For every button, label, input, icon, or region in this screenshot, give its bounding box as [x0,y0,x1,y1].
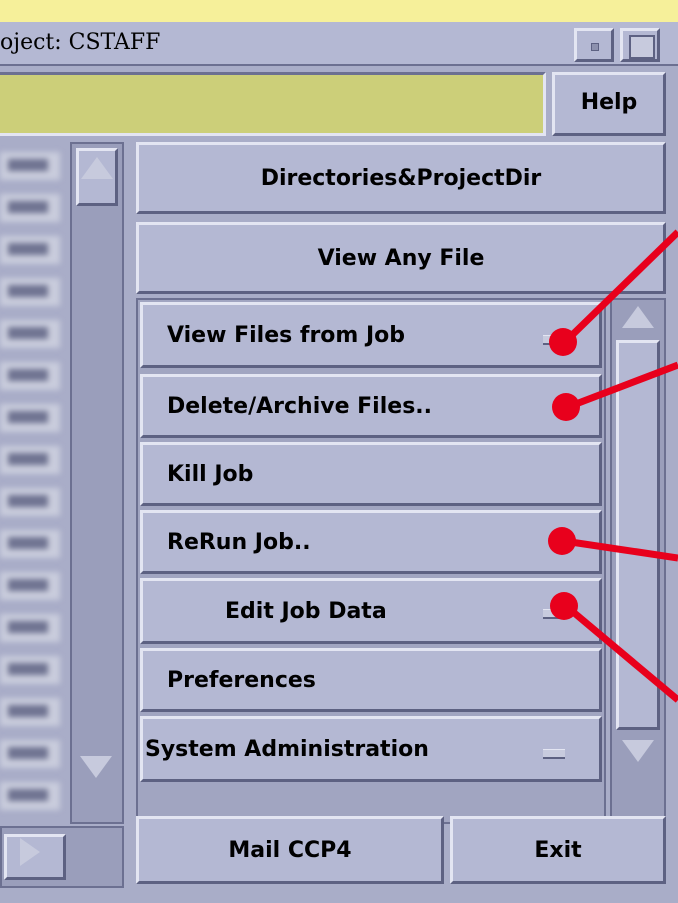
annotation-arrow-edit-job-data [550,592,678,703]
annotation-arrow-delete-archive [552,361,678,421]
annotation-overlay [548,229,678,703]
annotation-arrow-view-files [549,229,678,356]
annotation-arrow-rerun [548,527,678,562]
